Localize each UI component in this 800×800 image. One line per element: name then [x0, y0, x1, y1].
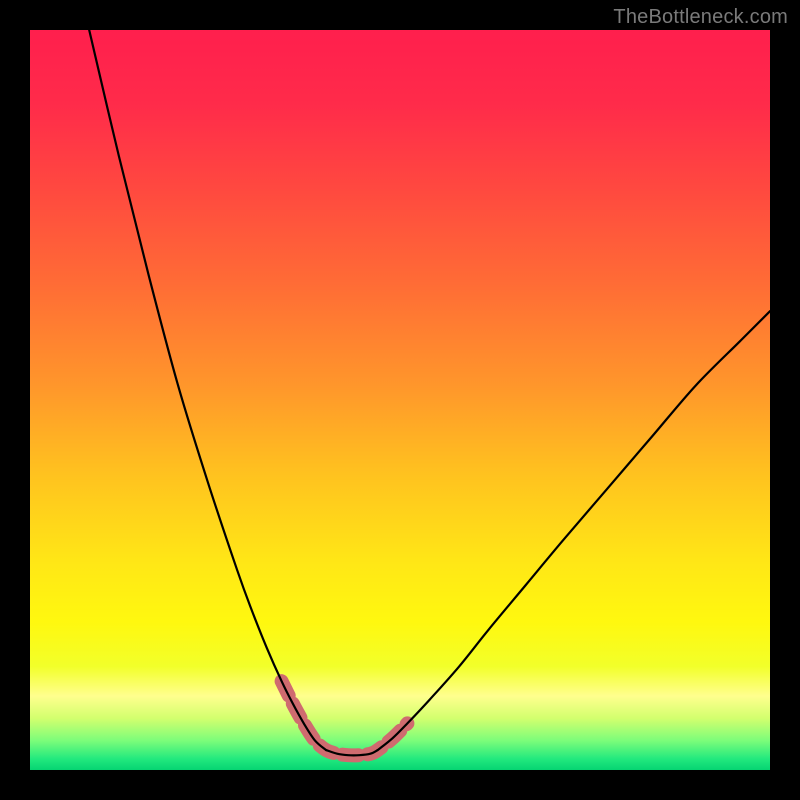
- left-curve-path: [89, 30, 326, 750]
- watermark-text: TheBottleneck.com: [613, 6, 788, 29]
- chart-plot-area: [30, 30, 770, 770]
- right-curve-path: [378, 311, 770, 750]
- chart-frame: TheBottleneck.com: [0, 0, 800, 800]
- chart-curves: [30, 30, 770, 770]
